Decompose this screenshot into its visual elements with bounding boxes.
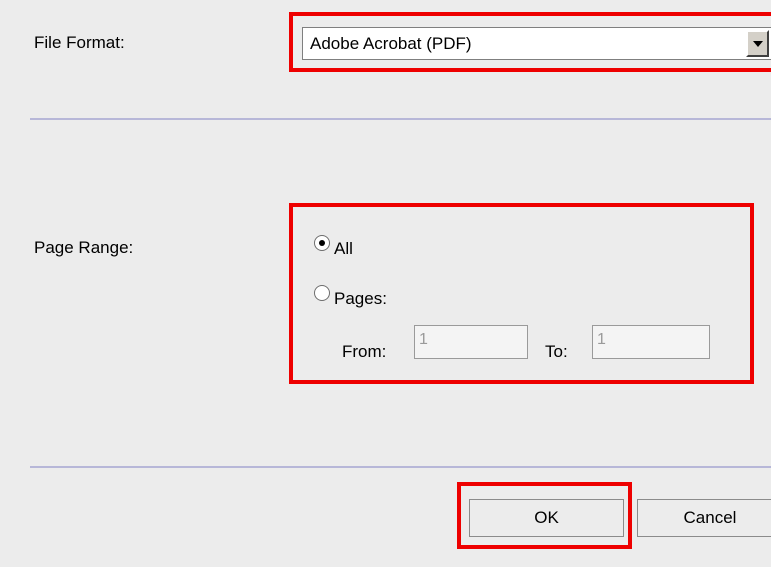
export-dialog: File Format: Adobe Acrobat (PDF) Page Ra… bbox=[0, 0, 771, 567]
highlight-file-format bbox=[289, 12, 771, 72]
cancel-button[interactable]: Cancel bbox=[637, 499, 771, 537]
highlight-ok bbox=[457, 482, 632, 549]
highlight-page-range bbox=[289, 203, 754, 384]
divider-bottom bbox=[30, 466, 771, 468]
page-range-label: Page Range: bbox=[34, 238, 134, 257]
file-format-label: File Format: bbox=[34, 33, 125, 52]
divider-top bbox=[30, 118, 771, 120]
